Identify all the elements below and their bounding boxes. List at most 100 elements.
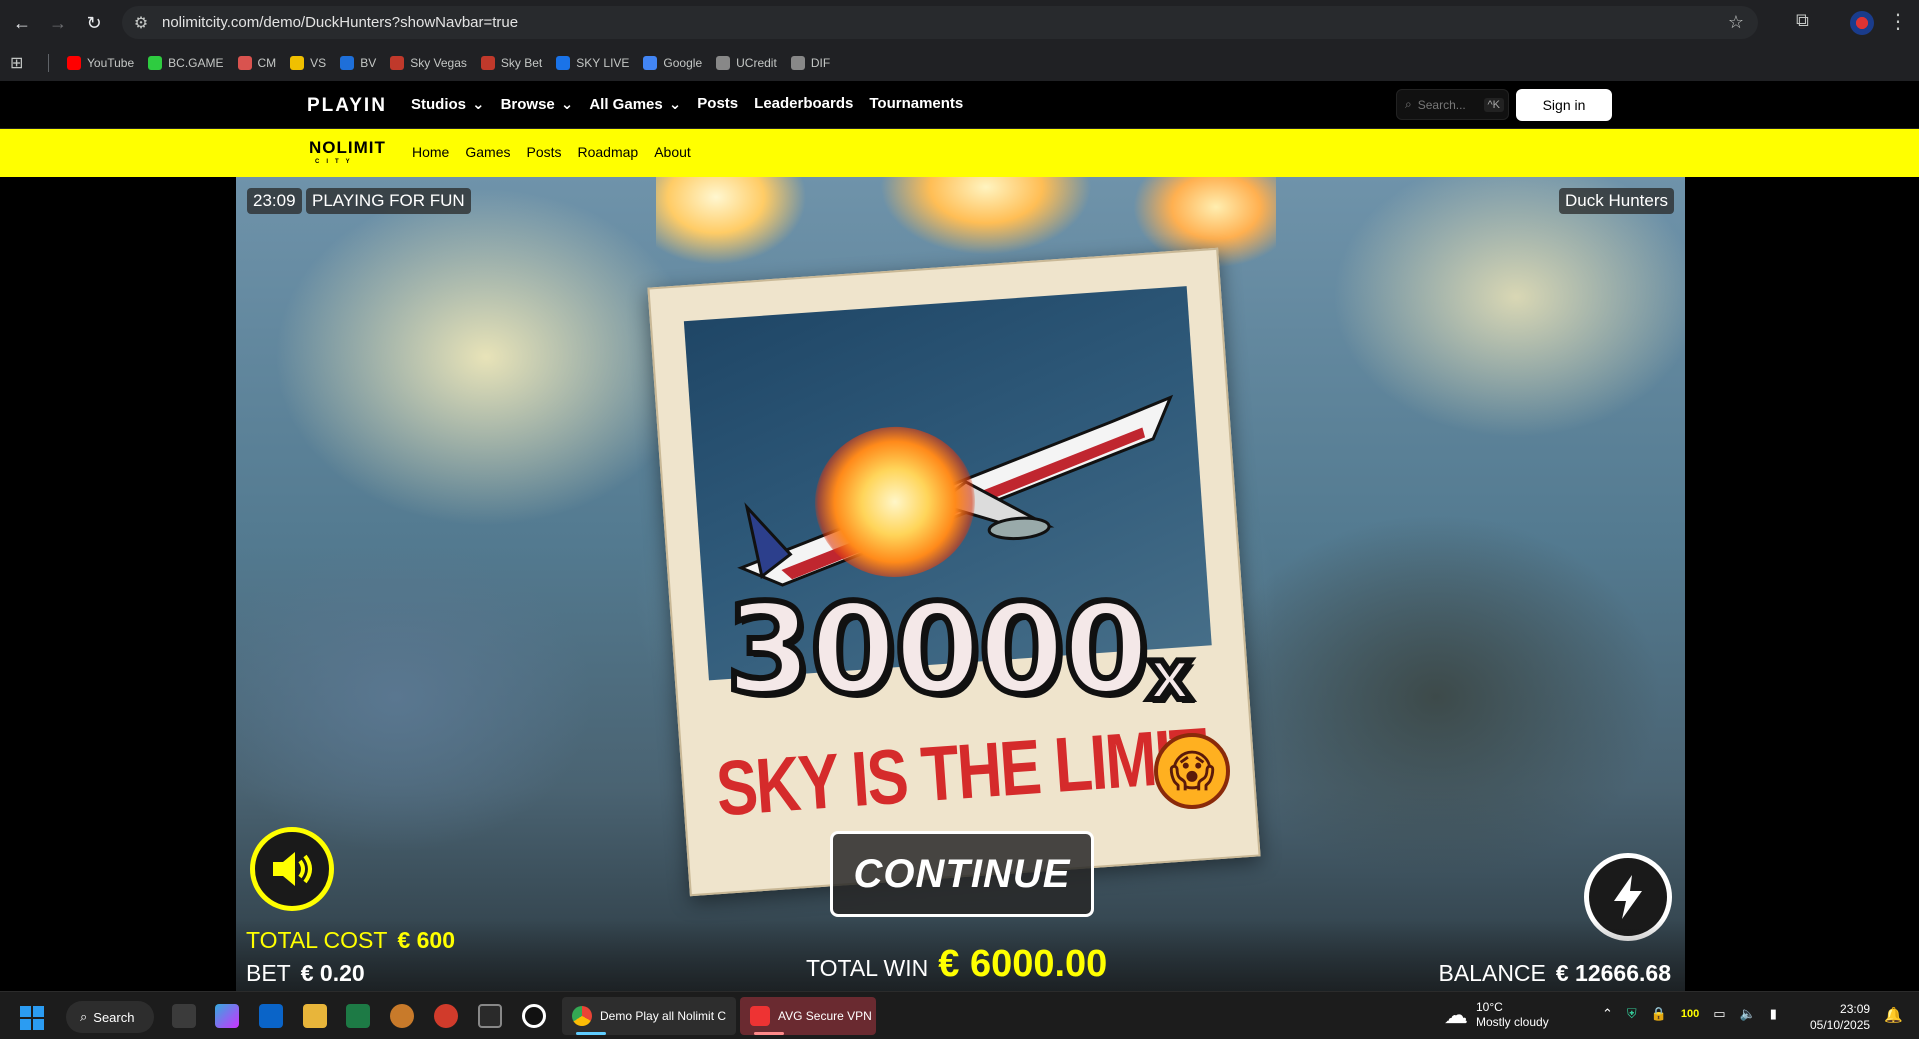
copilot-icon[interactable] [215,1004,239,1028]
continue-button[interactable]: CONTINUE [830,831,1094,917]
battery-badge[interactable]: 100 [1681,1008,1699,1020]
bookmark-dif[interactable]: DIF [785,49,836,77]
taskbar-search-label: Search [93,1009,135,1025]
speaker-icon [273,852,312,886]
apps-grid-icon[interactable]: ⊞ [10,53,36,73]
browser-toolbar: ← → ↻ ⚙ nolimitcity.com/demo/DuckHunters… [0,0,1919,45]
total-win-label: TOTAL WIN [806,955,929,981]
back-button[interactable]: ← [4,5,40,41]
multiplier-suffix: x [1144,631,1195,719]
nav-posts[interactable]: Posts [697,95,738,113]
bookmarks-separator [48,54,49,72]
bookmark-bv[interactable]: BV [334,49,382,77]
site-info-icon[interactable]: ⚙ [132,14,150,32]
excel-icon[interactable] [346,1004,370,1028]
bookmark-google[interactable]: Google [637,49,708,77]
profile-avatar[interactable] [1850,11,1874,35]
outlook-icon[interactable] [259,1004,283,1028]
nav-all-games[interactable]: All Games ⌄ [589,95,681,113]
weather-temp: 10°C [1476,1000,1503,1014]
taskbar-app-chrome[interactable]: Demo Play all Nolimit C [562,997,736,1035]
extensions-icon[interactable]: ⧉ [1796,10,1809,31]
bookmark-cm[interactable]: CM [232,49,283,77]
bookmark-sky-vegas[interactable]: Sky Vegas [384,49,473,77]
sound-toggle-button[interactable] [250,827,334,911]
battery-icon[interactable]: ▮ [1770,1006,1777,1022]
bookmark-bc-game[interactable]: BC.GAME [142,49,229,77]
nolimit-navbar: NOLIMIT CITY Home Games Posts Roadmap Ab… [0,129,1919,177]
file-explorer-icon[interactable] [303,1004,327,1028]
bookmark-favicon-icon [67,56,81,70]
nolimit-nav-home[interactable]: Home [412,144,449,160]
bookmark-label: YouTube [87,56,135,70]
win-multiplier: 30000 x [688,575,1228,725]
address-bar[interactable]: ⚙ nolimitcity.com/demo/DuckHunters?showN… [122,6,1758,39]
bookmark-favicon-icon [556,56,571,70]
bet-label: BET [246,960,291,986]
site-search-input[interactable]: ⌕ Search... ^K [1396,89,1509,120]
bookmark-label: BV [360,56,377,70]
shield-icon[interactable]: ⛨ [1627,1006,1637,1022]
sign-in-button[interactable]: Sign in [1516,89,1612,121]
game-canvas[interactable]: 23:09 PLAYING FOR FUN Duck Hunters 30000… [236,177,1685,991]
nav-browse[interactable]: Browse ⌄ [501,95,574,113]
start-button[interactable] [20,1006,44,1030]
browser-menu-icon[interactable]: ⋮ [1888,9,1908,34]
bookmark-label: Sky Vegas [410,56,467,70]
taskbar-app-avg-vpn[interactable]: AVG Secure VPN [740,997,876,1035]
playin-logo[interactable]: PLAYIN [307,95,387,117]
multiplier-value: 30000 [723,575,1152,725]
lightning-icon [1614,875,1642,919]
record-icon[interactable] [522,1004,546,1028]
total-win-stat: TOTAL WIN € 6000.00 [806,943,1107,986]
bookmark-label: Google [663,56,703,70]
bookmark-list: YouTube BC.GAME CM VS BV Sky Vegas Sky Bet SKY … [61,49,836,77]
nav-studios[interactable]: Studios ⌄ [411,95,485,113]
system-tray: ⌃ ⛨ 🔒 100 ▭ 🔈 ▮ [1602,1006,1777,1022]
taskbar-clock[interactable]: 23:09 05/10/2025 [1810,1001,1870,1033]
bookmark-ucredit[interactable]: UCredit [710,49,783,77]
task-view-icon[interactable] [172,1004,196,1028]
app-icon[interactable] [478,1004,502,1028]
chrome-icon [572,1006,592,1026]
notification-bell-icon[interactable]: 🔔 [1884,1006,1903,1024]
lock-icon[interactable]: 🔒 [1651,1006,1667,1022]
bookmark-star-icon[interactable]: ☆ [1728,12,1744,33]
chevron-up-icon[interactable]: ⌃ [1602,1006,1613,1022]
nav-tournaments[interactable]: Tournaments [869,95,963,113]
reload-button[interactable]: ↻ [76,5,112,41]
bookmark-sky-live[interactable]: SKY LIVE [550,49,635,77]
chevron-down-icon: ⌄ [472,96,485,113]
weather-widget[interactable]: ☁ 10°C Mostly cloudy [1444,1000,1549,1030]
search-icon: ⌕ [80,1009,88,1024]
nolimit-nav-games[interactable]: Games [465,144,510,160]
total-win-value: € 6000.00 [938,943,1108,985]
bookmark-vs[interactable]: VS [284,49,332,77]
nolimit-nav-about[interactable]: About [654,144,691,160]
search-icon: ⌕ [1405,97,1412,111]
bookmark-favicon-icon [290,56,305,70]
taskbar-search[interactable]: ⌕ Search [66,1001,154,1033]
volume-icon[interactable]: 🔈 [1740,1006,1756,1022]
scream-emoji-icon: 😱 [1154,733,1230,809]
bookmark-youtube[interactable]: YouTube [61,49,140,77]
monitor-icon[interactable]: ▭ [1713,1006,1725,1022]
clock-time: 23:09 [1840,1002,1871,1016]
search-shortcut: ^K [1483,97,1504,112]
chevron-down-icon: ⌄ [560,96,574,113]
app-icon[interactable] [434,1004,458,1028]
nolimit-nav-roadmap[interactable]: Roadmap [578,144,639,160]
balance-stat: BALANCE € 12666.68 [1439,960,1672,987]
nolimit-nav-posts[interactable]: Posts [526,144,561,160]
bet-stat: BET € 0.20 [246,960,365,987]
forward-button[interactable]: → [40,5,76,41]
bookmark-label: SKY LIVE [576,56,630,70]
bookmark-sky-bet[interactable]: Sky Bet [475,49,548,77]
balance-label: BALANCE [1438,960,1546,986]
nav-leaderboards[interactable]: Leaderboards [754,95,853,113]
taskbar-app-label: Demo Play all Nolimit C [600,1009,727,1023]
nolimit-logo[interactable]: NOLIMIT CITY [309,139,386,169]
bookmark-favicon-icon [716,56,731,70]
app-icon[interactable] [390,1004,414,1028]
avg-vpn-icon [750,1006,770,1026]
